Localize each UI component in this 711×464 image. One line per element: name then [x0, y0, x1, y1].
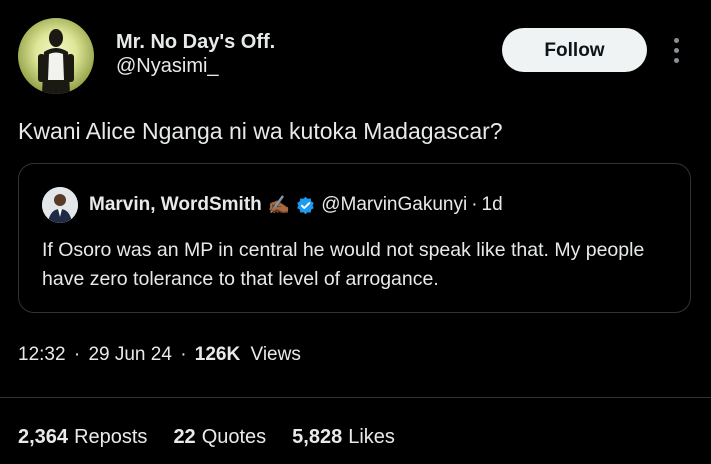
views-count: 126K: [194, 344, 241, 365]
quoted-tweet-text: If Osoro was an MP in central he would n…: [42, 239, 645, 290]
author-block: Mr. No Day's Off. @Nyasimi_: [116, 30, 275, 78]
tweet-date[interactable]: 29 Jun 24: [88, 344, 171, 365]
likes-count: 5,828: [292, 426, 343, 448]
reposts-label: Reposts: [74, 426, 148, 448]
quoted-tweet-time[interactable]: 1d: [482, 192, 503, 218]
more-vertical-icon[interactable]: [668, 36, 686, 66]
verified-badge-icon: [297, 196, 314, 214]
views-label: Views: [250, 344, 301, 365]
author-name[interactable]: Mr. No Day's Off.: [116, 30, 275, 54]
quotes-count: 22: [173, 426, 196, 448]
quoted-author-name[interactable]: Marvin, WordSmith: [89, 192, 262, 218]
separator-dot: ·: [471, 194, 478, 215]
engagement-stats: 2,364 Reposts 22 Quotes 5,828 Likes: [18, 424, 421, 450]
quoted-author-avatar[interactable]: [42, 187, 78, 223]
author-avatar[interactable]: [18, 18, 94, 94]
meta-separator: ·: [73, 344, 81, 365]
tweet-time[interactable]: 12:32: [18, 344, 66, 365]
quoted-tweet-header: Marvin, WordSmith ✍🏾 @MarvinGakunyi · 1d: [89, 192, 503, 218]
likes-stat[interactable]: 5,828 Likes: [292, 424, 395, 450]
avatar-silhouette-icon: [38, 29, 74, 94]
writing-hand-emoji: ✍🏾: [267, 195, 291, 215]
meta-separator: ·: [180, 344, 187, 365]
quoted-tweet-card[interactable]: Marvin, WordSmith ✍🏾 @MarvinGakunyi · 1d…: [18, 163, 691, 313]
reposts-count: 2,364: [18, 426, 69, 448]
reposts-stat[interactable]: 2,364 Reposts: [18, 424, 147, 450]
likes-label: Likes: [348, 426, 395, 448]
quoted-avatar-person-icon: [42, 187, 78, 223]
author-handle[interactable]: @Nyasimi_: [116, 54, 275, 78]
tweet-meta: 12:32 · 29 Jun 24 · 126K Views: [18, 342, 301, 368]
quotes-stat[interactable]: 22 Quotes: [173, 424, 266, 450]
divider: [0, 397, 711, 398]
quoted-author-handle[interactable]: @MarvinGakunyi: [321, 192, 467, 218]
follow-button[interactable]: Follow: [502, 28, 647, 72]
tweet-text: Kwani Alice Nganga ni wa kutoka Madagasc…: [18, 118, 503, 144]
quotes-label: Quotes: [201, 426, 267, 448]
